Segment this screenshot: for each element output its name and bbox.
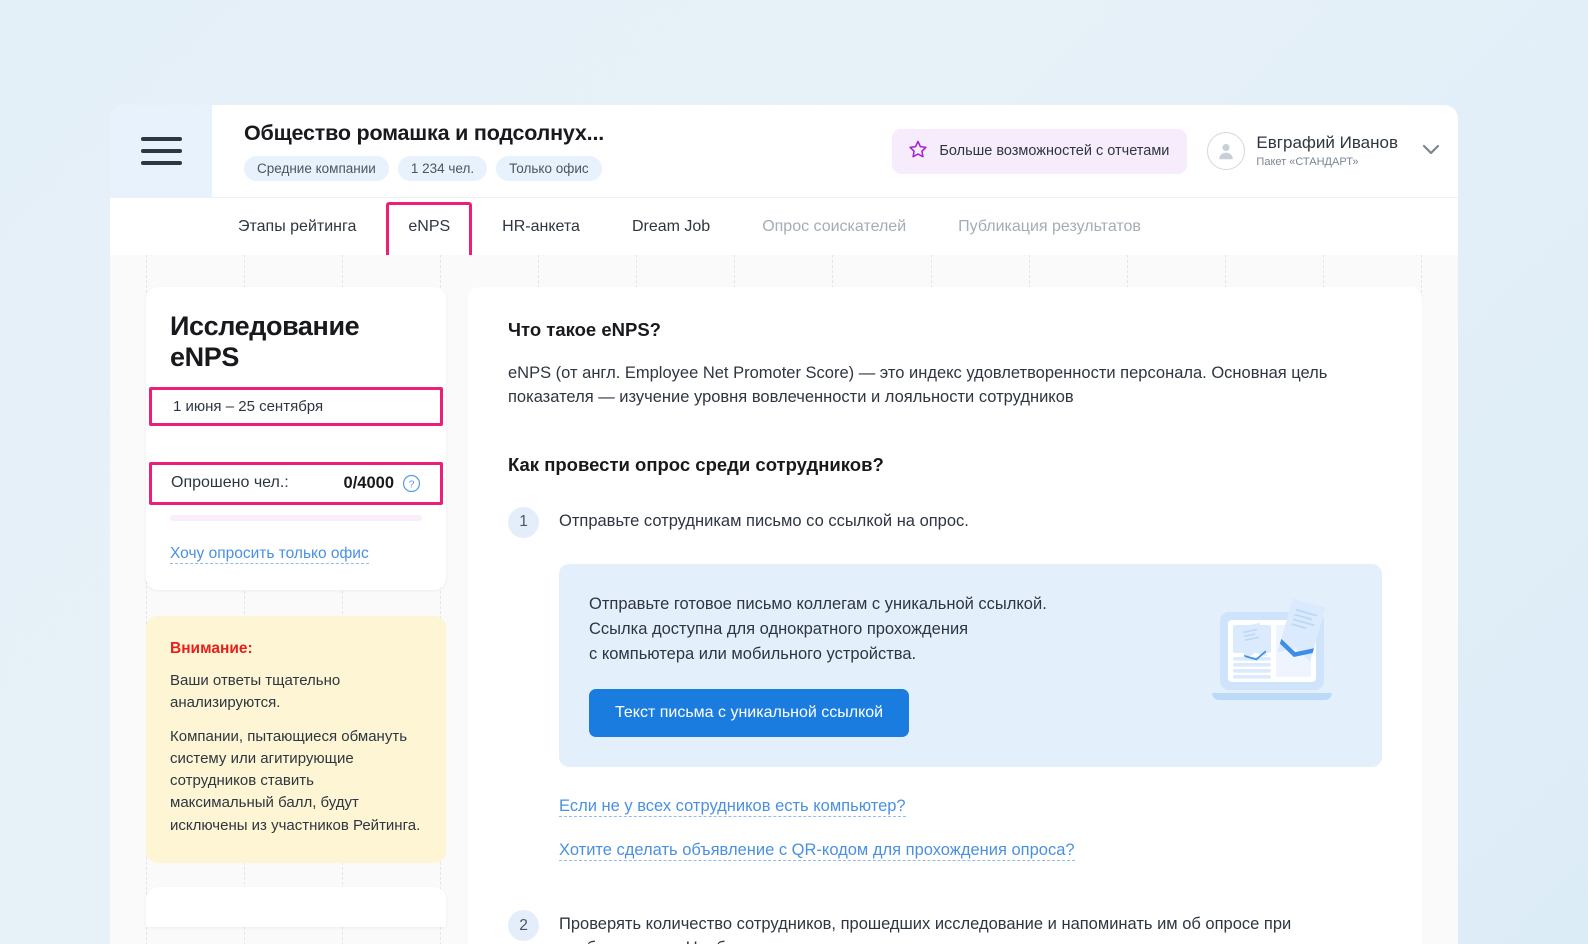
how-to-survey-heading: Как провести опрос среди сотрудников? [508,453,884,475]
svg-text:?: ? [409,479,415,490]
step-2-number: 2 [508,910,539,942]
warning-paragraph-2: Компании, пытающиеся обмануть систему ил… [170,727,421,834]
step-1-number: 1 [508,506,539,538]
step-1: 1 Отправьте сотрудникам письмо со ссылко… [508,506,1382,538]
tab-hr-survey[interactable]: HR-анкета [476,198,606,255]
email-text-button[interactable]: Текст письма с уникальной ссылкой [589,689,910,738]
warning-card: Внимание: Ваши ответы тщательно анализир… [146,615,446,863]
user-plan: Пакет «СТАНДАРТ» [1256,155,1359,168]
header-main: Общество ромашка и подсолнух... Средние … [212,105,1458,197]
question-circle-icon[interactable]: ? [402,474,421,493]
survey-card: Исследование eNPS 1 июня – 25 сентября О… [146,287,446,590]
what-is-enps-body: eNPS (от англ. Employee Net Promoter Sco… [508,364,1328,407]
tab-results-publication[interactable]: Публикация результатов [932,198,1167,255]
survey-counter-label: Опрошено чел.: [171,474,289,492]
survey-date-range-highlight: 1 июня – 25 сентября [149,386,443,426]
step-1-text: Отправьте сотрудникам письмо со ссылкой … [559,511,969,530]
promo-reports-button[interactable]: Больше возможностей с отчетами [892,128,1188,174]
qr-announcement-link[interactable]: Хотите сделать объявление с QR-кодом для… [559,841,1075,862]
tab-rating-stages[interactable]: Этапы рейтинга [212,198,382,255]
app-window: Общество ромашка и подсолнух... Средние … [110,105,1458,944]
tab-dream-job[interactable]: Dream Job [606,198,736,255]
company-info: Общество ромашка и подсолнух... Средние … [244,121,892,182]
next-card-partial [146,886,446,927]
step-2-text: Проверять количество сотрудников, прошед… [559,915,1292,944]
survey-counter-highlight: Опрошено чел.: 0/4000 ? [149,461,443,505]
tab-enps[interactable]: eNPS [382,198,476,259]
tab-bar: Этапы рейтинга eNPS HR-анкета Dream Job … [110,197,1458,259]
step-2: 2 Проверять количество сотрудников, прош… [508,909,1382,944]
email-info-card: Отправьте готовое письмо коллегам с уник… [559,563,1382,768]
company-chips: Средние компании 1 234 чел. Только офис [244,156,892,182]
warning-title: Внимание: [170,639,253,657]
no-computer-link[interactable]: Если не у всех сотрудников есть компьюте… [559,797,906,818]
link-row-1: Если не у всех сотрудников есть компьюте… [559,797,1382,818]
user-text: Евграфий Иванов Пакет «СТАНДАРТ» [1256,133,1398,168]
main-card: Что такое eNPS? eNPS (от англ. Employee … [468,287,1422,944]
hamburger-menu-button[interactable] [110,105,212,197]
avatar [1207,132,1246,170]
survey-title: Исследование eNPS [170,311,360,372]
link-row-2: Хотите сделать объявление с QR-кодом для… [559,841,1382,862]
survey-counter-block: Опрошено чел.: 0/4000 ? [149,461,443,521]
app-header: Общество ромашка и подсолнух... Средние … [110,105,1458,197]
content-area: Исследование eNPS 1 июня – 25 сентября О… [110,255,1458,944]
chip-headcount[interactable]: 1 234 чел. [397,156,488,182]
survey-counter-value: 0/4000 [343,473,394,492]
chip-office-only[interactable]: Только офис [496,156,602,182]
chip-company-size[interactable]: Средние компании [244,156,389,182]
tab-candidate-survey[interactable]: Опрос соискателей [736,198,932,255]
laptop-documents-illustration [1196,594,1348,714]
what-is-enps-heading: Что такое eNPS? [508,319,661,340]
survey-date-range: 1 июня – 25 сентября [173,397,324,415]
promo-reports-label: Больше возможностей с отчетами [939,143,1170,159]
page-title: Общество ромашка и подсолнух... [244,120,605,145]
hamburger-icon [140,137,182,165]
main-column: Что такое eNPS? eNPS (от англ. Employee … [468,287,1422,944]
office-only-link[interactable]: Хочу опросить только офис [170,545,369,564]
star-icon [908,139,928,164]
survey-progress-bar [170,514,422,521]
sidebar-column: Исследование eNPS 1 июня – 25 сентября О… [146,287,446,944]
user-menu[interactable]: Евграфий Иванов Пакет «СТАНДАРТ» [1207,132,1440,170]
chevron-down-icon[interactable] [1422,142,1440,160]
user-name: Евграфий Иванов [1256,133,1398,153]
warning-paragraph-1: Ваши ответы тщательно анализируются. [170,671,341,711]
